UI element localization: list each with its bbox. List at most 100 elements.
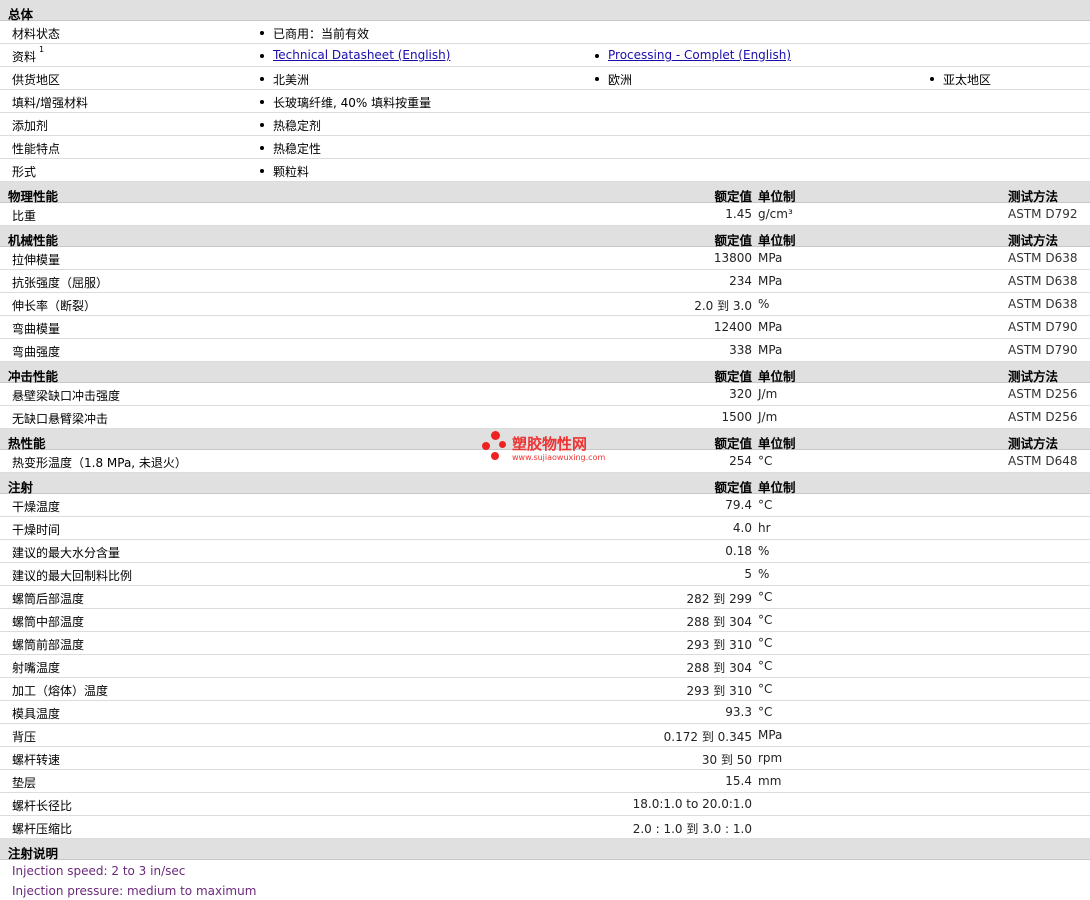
table-row: 干燥时间 4.0 hr — [0, 517, 1090, 540]
property-label: 背压 — [12, 728, 36, 745]
property-unit: °C — [758, 498, 773, 512]
property-label-text: 螺杆长径比 — [12, 799, 73, 813]
property-value: 254 — [729, 454, 752, 468]
section-header: 注射 额定值 单位制 — [0, 473, 1090, 495]
table-row: 悬壁梁缺口冲击强度 320 J/m ASTM D256 — [0, 383, 1090, 406]
property-label-text: 干燥温度 — [12, 500, 61, 514]
property-label: 伸长率（断裂） — [12, 297, 96, 314]
property-unit: g/cm³ — [758, 207, 793, 221]
property-label-text: 加工（熔体）温度 — [12, 684, 109, 698]
section-header: 机械性能 额定值 单位制 测试方法 — [0, 226, 1090, 248]
test-method: ASTM D792 — [1008, 207, 1078, 221]
property-unit: rpm — [758, 751, 783, 765]
property-value: 293 到 310 — [686, 684, 752, 698]
property-label-text: 悬壁梁缺口冲击强度 — [12, 389, 121, 403]
table-row: 无缺口悬臂梁冲击 1500 J/m ASTM D256 — [0, 406, 1090, 429]
property-item: 长玻璃纤维, 40% 填料按重量 — [260, 94, 431, 111]
property-label-text: 性能特点 — [12, 142, 61, 156]
property-label: 供货地区 — [12, 71, 60, 88]
property-label-text: 拉伸模量 — [12, 253, 61, 267]
property-value: 282 到 299 — [686, 592, 752, 606]
property-value: 93.3 — [725, 705, 752, 719]
property-unit: J/m — [758, 387, 778, 401]
property-value: 79.4 — [725, 498, 752, 512]
note-text: Injection pressure: medium to maximum — [12, 884, 257, 898]
table-row: 比重 1.45 g/cm³ ASTM D792 — [0, 203, 1090, 226]
property-label: 弯曲强度 — [12, 343, 60, 360]
property-label: 抗张强度（屈服） — [12, 274, 108, 291]
test-method: ASTM D256 — [1008, 410, 1078, 424]
property-value: 1500 — [721, 410, 752, 424]
property-label-text: 热变形温度（1.8 MPa, 未退火） — [12, 456, 187, 470]
property-item: 颗粒料 — [260, 163, 309, 180]
table-row: 资料1 Technical Datasheet (English) Processi… — [0, 44, 1090, 67]
property-unit: MPa — [758, 343, 783, 357]
property-value: 5 — [744, 567, 752, 581]
property-value: 4.0 — [732, 521, 752, 535]
datasheet-link[interactable]: Technical Datasheet (English) — [273, 48, 450, 62]
property-label: 螺杆压缩比 — [12, 820, 72, 837]
property-unit: MPa — [758, 728, 783, 742]
property-label-text: 供货地区 — [12, 73, 61, 87]
property-label: 性能特点 — [12, 140, 60, 157]
test-method: ASTM D638 — [1008, 297, 1078, 311]
property-label: 干燥温度 — [12, 498, 60, 515]
property-label: 螺筒后部温度 — [12, 590, 84, 607]
logo-dot-icon — [499, 441, 506, 448]
property-unit: °C — [758, 659, 773, 673]
property-unit: °C — [758, 705, 773, 719]
property-unit: °C — [758, 590, 773, 604]
property-label: 悬壁梁缺口冲击强度 — [12, 387, 120, 404]
table-row: 垫层 15.4 mm — [0, 770, 1090, 793]
test-method: ASTM D790 — [1008, 320, 1078, 334]
property-label-text: 伸长率（断裂） — [12, 299, 97, 313]
property-label: 拉伸模量 — [12, 251, 60, 268]
property-unit: °C — [758, 682, 773, 696]
property-value: 234 — [729, 274, 752, 288]
property-label-text: 填料/增强材料 — [12, 96, 89, 110]
property-label: 材料状态 — [12, 25, 60, 42]
property-unit: J/m — [758, 410, 778, 424]
property-label-text: 螺杆转速 — [12, 753, 61, 767]
property-label: 加工（熔体）温度 — [12, 682, 108, 699]
property-label: 射嘴温度 — [12, 659, 60, 676]
property-label-text: 弯曲模量 — [12, 322, 61, 336]
property-label: 添加剂 — [12, 117, 48, 134]
table-row: 拉伸模量 13800 MPa ASTM D638 — [0, 247, 1090, 270]
property-item: 已商用：当前有效 — [260, 25, 369, 42]
watermark-name: 塑胶物性网 — [512, 435, 588, 453]
watermark-logo: 塑胶物性网 www.sujiaowuxing.com — [482, 429, 612, 465]
table-row: 螺杆压缩比 2.0 : 1.0 到 3.0 : 1.0 — [0, 816, 1090, 839]
table-row: 螺筒后部温度 282 到 299 °C — [0, 586, 1090, 609]
datasheet-link[interactable]: Processing - Complet (English) — [608, 48, 791, 62]
property-label-text: 射嘴温度 — [12, 661, 61, 675]
property-label-text: 形式 — [12, 165, 37, 179]
property-value: 30 到 50 — [701, 753, 752, 767]
property-label: 螺筒前部温度 — [12, 636, 84, 653]
property-unit: % — [758, 297, 770, 311]
property-value: 2.0 到 3.0 — [694, 299, 752, 313]
table-row: 填料/增强材料 长玻璃纤维, 40% 填料按重量 — [0, 90, 1090, 113]
table-row: 背压 0.172 到 0.345 MPa — [0, 724, 1090, 747]
logo-dot-icon — [491, 452, 499, 460]
property-label-text: 螺筒后部温度 — [12, 592, 85, 606]
table-row: 供货地区 北美洲 欧洲 亚太地区 — [0, 67, 1090, 90]
property-label-text: 干燥时间 — [12, 523, 61, 537]
property-label-text: 无缺口悬臂梁冲击 — [12, 412, 109, 426]
table-row: 螺筒前部温度 293 到 310 °C — [0, 632, 1090, 655]
property-label-text: 资料 — [12, 50, 37, 64]
property-item: 北美洲 — [260, 71, 309, 88]
property-unit: MPa — [758, 274, 783, 288]
property-label: 弯曲模量 — [12, 320, 60, 337]
property-unit: % — [758, 567, 770, 581]
property-value: 338 — [729, 343, 752, 357]
property-label: 螺杆长径比 — [12, 797, 72, 814]
property-label-text: 添加剂 — [12, 119, 49, 133]
property-unit: °C — [758, 636, 773, 650]
table-row: 射嘴温度 288 到 304 °C — [0, 655, 1090, 678]
table-row: 弯曲强度 338 MPa ASTM D790 — [0, 339, 1090, 362]
property-value: 2.0 : 1.0 到 3.0 : 1.0 — [632, 822, 752, 836]
table-row: 螺筒中部温度 288 到 304 °C — [0, 609, 1090, 632]
table-row: 建议的最大水分含量 0.18% — [0, 540, 1090, 563]
property-value: 0.18 — [725, 544, 752, 558]
